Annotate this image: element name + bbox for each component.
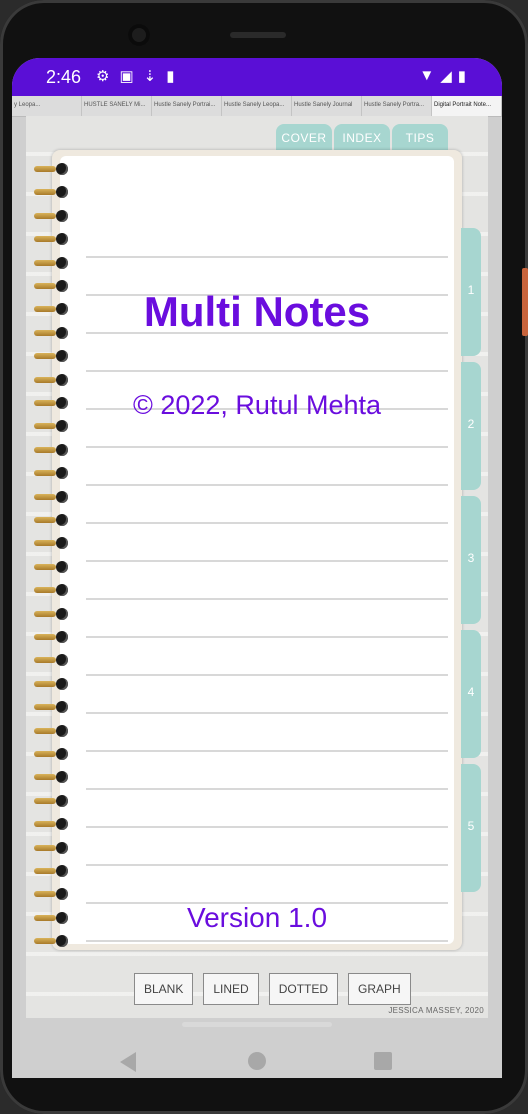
side-tab-label: 2 [467,417,475,431]
download-icon: ⇣ [143,68,157,85]
spiral-ring [34,443,70,457]
side-tab-label: 5 [467,819,475,833]
signal-icon: ◢ [440,68,452,85]
screen: 2:46 ⚙ ▣ ⇣ ▮ ▼ ◢ ▮ y Leopa... HUSTLE SAN… [12,58,502,1078]
spiral-ring [34,536,70,550]
spiral-ring [34,747,70,761]
spiral-ring [34,583,70,597]
navigation-bar [12,1030,502,1090]
spiral-ring [34,256,70,270]
gear-icon: ⚙ [96,68,110,85]
tab-cover[interactable]: COVER [276,124,332,150]
document-tab-label: HUSTLE SANELY Mi... [84,102,146,108]
copyright-text: © 2022, Rutul Mehta [132,390,382,420]
spiral-ring [34,677,70,691]
version-text: Version 1.0 [186,902,328,933]
spiral-ring [34,513,70,527]
document-tab-label: Hustle Sanely Leopa... [224,102,285,108]
side-tab-3[interactable]: 3 [461,496,481,624]
document-tab-label: Hustle Sanely Portra... [364,102,425,108]
spiral-ring [34,349,70,363]
home-icon[interactable] [248,1052,266,1070]
sd-card-icon: ▮ [166,68,175,85]
gesture-handle[interactable] [182,1022,332,1027]
back-icon[interactable] [120,1052,136,1072]
phone-frame: 2:46 ⚙ ▣ ⇣ ▮ ▼ ◢ ▮ y Leopa... HUSTLE SAN… [0,0,528,1114]
battery-icon: ▮ [457,68,466,85]
dotted-button[interactable]: DOTTED [268,973,339,1005]
blank-button[interactable]: BLANK [134,973,194,1005]
spiral-ring [34,630,70,644]
side-tab-4[interactable]: 4 [461,630,481,758]
document-tab[interactable]: Hustle Sanely Leopa... [222,96,292,116]
side-tab-label: 4 [467,685,475,699]
status-left-icons: ⚙ ▣ ⇣ ▮ [96,67,174,85]
earpiece-speaker [230,32,286,38]
document-tab-label: y Leopa... [14,102,41,108]
spiral-ring [34,817,70,831]
app-title: Multi Notes [143,288,371,335]
graph-button[interactable]: GRAPH [348,973,411,1005]
spiral-ring [34,232,70,246]
document-tab[interactable]: HUSTLE SANELY Mi... [82,96,152,116]
spiral-ring [34,466,70,480]
lined-button[interactable]: LINED [203,973,259,1005]
spiral-ring [34,185,70,199]
status-time: 2:46 [46,67,82,87]
spiral-ring [34,700,70,714]
document-tab[interactable]: Hustle Sanely Journal [292,96,362,116]
notebook-paper [60,156,454,944]
notebook-page [52,150,462,950]
document-tab-label: Hustle Sanely Portrai... [154,102,216,108]
front-camera [128,24,150,46]
spiral-ring [34,653,70,667]
side-tab-5[interactable]: 5 [461,764,481,892]
spiral-ring [34,934,70,948]
page-style-buttons: BLANK LINED DOTTED GRAPH [134,973,411,1005]
side-tab-label: 3 [467,551,475,565]
recents-icon[interactable] [374,1052,392,1070]
power-button[interactable] [522,268,528,336]
document-tab[interactable]: Hustle Sanely Portra... [362,96,432,116]
spiral-ring [34,419,70,433]
tab-index[interactable]: INDEX [334,124,390,150]
document-tab[interactable]: Hustle Sanely Portrai... [152,96,222,116]
tab-tips[interactable]: TIPS [392,124,448,150]
designer-credit: JESSICA MASSEY, 2020 [388,1006,484,1015]
spiral-ring [34,770,70,784]
side-tab-label: 1 [467,283,475,297]
status-right-icons: ▼ ◢ ▮ [419,67,466,85]
spiral-ring [34,490,70,504]
document-tab[interactable]: y Leopa... [12,96,82,116]
spiral-ring [34,560,70,574]
side-tab-2[interactable]: 2 [461,362,481,490]
side-tab-1[interactable]: 1 [461,228,481,356]
document-tab-label: Digital Portrait Note... [434,102,492,108]
spiral-ring [34,794,70,808]
spiral-ring [34,724,70,738]
phone-top-bezel [0,0,528,60]
spiral-ring [34,864,70,878]
spiral-ring [34,887,70,901]
status-bar: 2:46 ⚙ ▣ ⇣ ▮ ▼ ◢ ▮ [12,58,502,96]
document-tab-label: Hustle Sanely Journal [294,102,353,108]
document-tab-active[interactable]: Digital Portrait Note... [432,96,502,116]
spiral-binding [34,162,70,952]
font-icon: ▣ [119,68,134,85]
spiral-ring [34,209,70,223]
spiral-ring [34,607,70,621]
spiral-ring [34,841,70,855]
wifi-icon: ▼ [419,67,435,84]
spiral-ring [34,373,70,387]
section-top-tabs: COVER INDEX TIPS [276,124,448,150]
spiral-ring [34,162,70,176]
document-tabs: y Leopa... HUSTLE SANELY Mi... Hustle Sa… [12,96,502,117]
